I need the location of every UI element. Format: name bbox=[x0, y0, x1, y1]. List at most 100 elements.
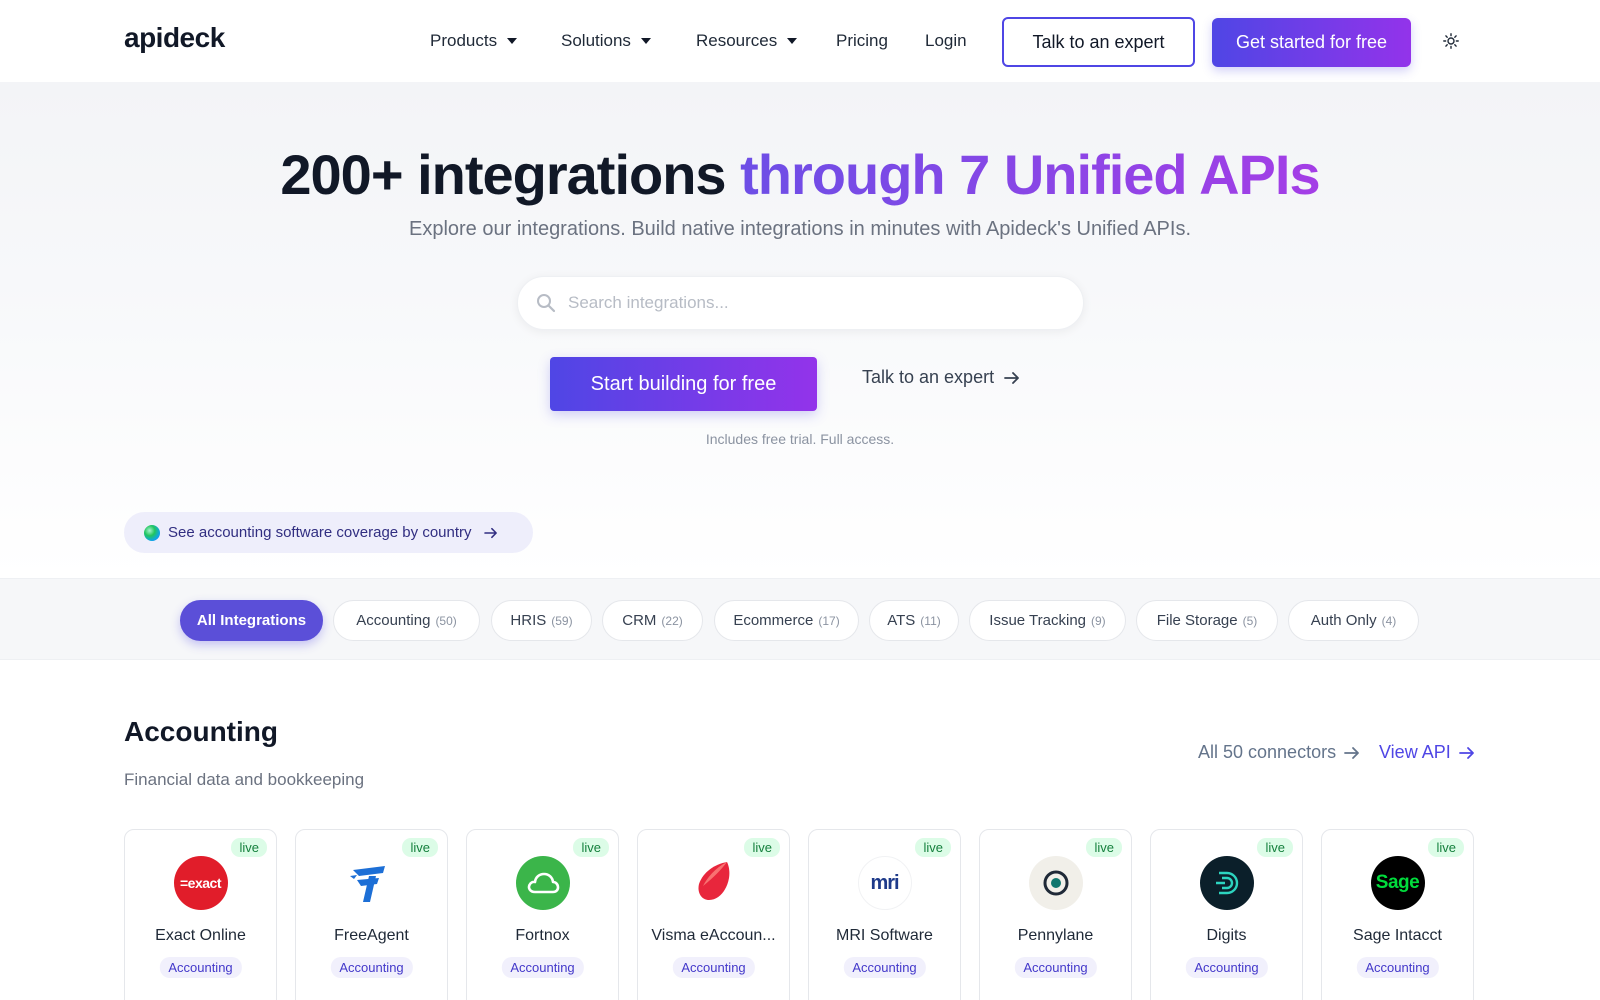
filter-count: (22) bbox=[661, 613, 683, 628]
live-badge: live bbox=[1257, 838, 1293, 857]
section-title: Accounting bbox=[124, 716, 278, 747]
mri-software-logo: mri bbox=[857, 856, 912, 910]
nav-login[interactable]: Login bbox=[925, 31, 967, 51]
filter-accounting[interactable]: Accounting (50) bbox=[333, 600, 480, 641]
filter-issue-tracking[interactable]: Issue Tracking (9) bbox=[969, 600, 1126, 641]
sage-logo-text: Sage bbox=[1375, 872, 1420, 893]
filter-count: (11) bbox=[920, 613, 941, 628]
live-badge: live bbox=[402, 838, 438, 857]
nav-login-label: Login bbox=[925, 31, 967, 50]
integration-card-fortnox[interactable]: live Fortnox Accounting bbox=[466, 829, 619, 1000]
talk-to-expert-link[interactable]: Talk to an expert bbox=[862, 367, 1020, 388]
live-badge: live bbox=[1086, 838, 1122, 857]
coverage-link[interactable]: See accounting software coverage by coun… bbox=[124, 512, 533, 553]
hero-section: 200+ integrations through 7 Unified APIs… bbox=[0, 82, 1600, 578]
globe-icon bbox=[144, 524, 160, 541]
live-badge: live bbox=[231, 838, 267, 857]
filter-count: (59) bbox=[551, 613, 573, 628]
visma-icon bbox=[697, 862, 729, 900]
free-trial-note: Includes free trial. Full access. bbox=[705, 431, 895, 447]
category-tag: Accounting bbox=[843, 957, 926, 978]
nav-pricing[interactable]: Pricing bbox=[836, 31, 888, 51]
apideck-logo[interactable]: apideck bbox=[124, 22, 225, 54]
integration-name: FreeAgent bbox=[334, 927, 409, 944]
integration-card-mri-software[interactable]: live mri MRI Software Accounting bbox=[808, 829, 961, 1000]
integration-card-sage-intacct[interactable]: live Sage Sage Intacct Accounting bbox=[1321, 829, 1474, 1000]
coverage-label: See accounting software coverage by coun… bbox=[168, 524, 472, 541]
arrow-right-icon bbox=[1004, 371, 1019, 384]
talk-to-expert-button[interactable]: Talk to an expert bbox=[1002, 17, 1195, 67]
filter-ats[interactable]: ATS (11) bbox=[869, 600, 959, 641]
mri-logo-text: mri bbox=[870, 871, 899, 894]
top-navbar: apideck Products Solutions Resources Pri… bbox=[0, 0, 1600, 82]
pennylane-logo bbox=[1028, 856, 1083, 910]
filter-label: HRIS bbox=[510, 612, 547, 629]
sage-intacct-logo: Sage bbox=[1370, 856, 1425, 910]
integration-name: Exact Online bbox=[155, 927, 246, 944]
nav-pricing-label: Pricing bbox=[836, 31, 888, 50]
nav-solutions[interactable]: Solutions bbox=[561, 31, 651, 51]
category-tag: Accounting bbox=[330, 957, 413, 978]
live-badge: live bbox=[915, 838, 951, 857]
filter-hris[interactable]: HRIS (59) bbox=[491, 600, 592, 641]
hero-subtitle: Explore our integrations. Build native i… bbox=[408, 218, 1191, 240]
nav-resources-label: Resources bbox=[696, 31, 778, 50]
category-tag: Accounting bbox=[1185, 957, 1268, 978]
integration-card-freeagent[interactable]: live FreeAgent Accounting bbox=[295, 829, 448, 1000]
filter-all-integrations[interactable]: All Integrations bbox=[180, 600, 323, 641]
category-tag: Accounting bbox=[1014, 957, 1097, 978]
talk-to-expert-label: Talk to an expert bbox=[862, 367, 995, 387]
nav-solutions-label: Solutions bbox=[561, 31, 631, 50]
filter-label: Accounting bbox=[356, 612, 431, 629]
freeagent-icon bbox=[349, 866, 385, 902]
integration-name: MRI Software bbox=[836, 927, 933, 944]
live-badge: live bbox=[1428, 838, 1464, 857]
hero-title: 200+ integrations through 7 Unified APIs bbox=[0, 142, 1600, 207]
get-started-button[interactable]: Get started for free bbox=[1212, 18, 1411, 67]
search-icon bbox=[537, 294, 556, 313]
filter-label: ATS bbox=[887, 612, 916, 629]
nav-resources[interactable]: Resources bbox=[696, 31, 798, 51]
filter-crm[interactable]: CRM (22) bbox=[602, 600, 703, 641]
filter-count: (5) bbox=[1242, 613, 1258, 628]
filter-auth-only[interactable]: Auth Only (4) bbox=[1288, 600, 1419, 641]
nav-products-label: Products bbox=[430, 31, 498, 50]
exact-online-logo-text: =exact bbox=[180, 875, 221, 891]
integration-name: Digits bbox=[1206, 927, 1247, 944]
integration-card-exact-online[interactable]: live =exact Exact Online Accounting bbox=[124, 829, 277, 1000]
arrow-right-icon bbox=[1344, 746, 1359, 759]
exact-online-logo: =exact bbox=[173, 856, 228, 910]
live-badge: live bbox=[573, 838, 609, 857]
arrow-right-icon bbox=[1458, 746, 1474, 759]
view-api-link[interactable]: View API bbox=[1379, 742, 1475, 763]
category-tag: Accounting bbox=[159, 957, 242, 978]
filter-ecommerce[interactable]: Ecommerce (17) bbox=[714, 600, 859, 641]
integration-card-digits[interactable]: live Digits Accounting bbox=[1150, 829, 1303, 1000]
integration-card-visma[interactable]: live Visma eAccoun... Accounting bbox=[637, 829, 790, 1000]
category-tag: Accounting bbox=[501, 957, 584, 978]
nav-products[interactable]: Products bbox=[430, 31, 518, 51]
sun-icon bbox=[1443, 33, 1459, 49]
section-subtitle: Financial data and bookkeeping bbox=[124, 770, 365, 789]
integration-name: Sage Intacct bbox=[1353, 927, 1442, 944]
integration-name: Pennylane bbox=[1017, 927, 1094, 944]
search-box bbox=[517, 276, 1084, 330]
filter-label: CRM bbox=[622, 612, 657, 629]
filter-label: File Storage bbox=[1156, 612, 1238, 629]
caret-down-icon bbox=[640, 38, 651, 44]
integration-card-pennylane[interactable]: live Pennylane Accounting bbox=[979, 829, 1132, 1000]
search-input[interactable] bbox=[568, 293, 1048, 313]
theme-toggle[interactable] bbox=[1440, 30, 1462, 52]
filter-count: (17) bbox=[818, 613, 840, 628]
view-api-label: View API bbox=[1379, 742, 1451, 762]
all-connectors-link[interactable]: All 50 connectors bbox=[1198, 742, 1360, 763]
caret-down-icon bbox=[787, 38, 798, 44]
category-filter-bar: All Integrations Accounting (50) HRIS (5… bbox=[0, 578, 1600, 660]
digits-icon bbox=[1215, 871, 1238, 895]
hero-title-accent: through 7 Unified APIs bbox=[740, 143, 1320, 206]
visma-logo bbox=[686, 856, 741, 910]
filter-label: All Integrations bbox=[196, 612, 307, 629]
hero-title-main: 200+ integrations bbox=[280, 143, 741, 206]
start-building-button[interactable]: Start building for free bbox=[550, 357, 817, 411]
filter-file-storage[interactable]: File Storage (5) bbox=[1136, 600, 1278, 641]
